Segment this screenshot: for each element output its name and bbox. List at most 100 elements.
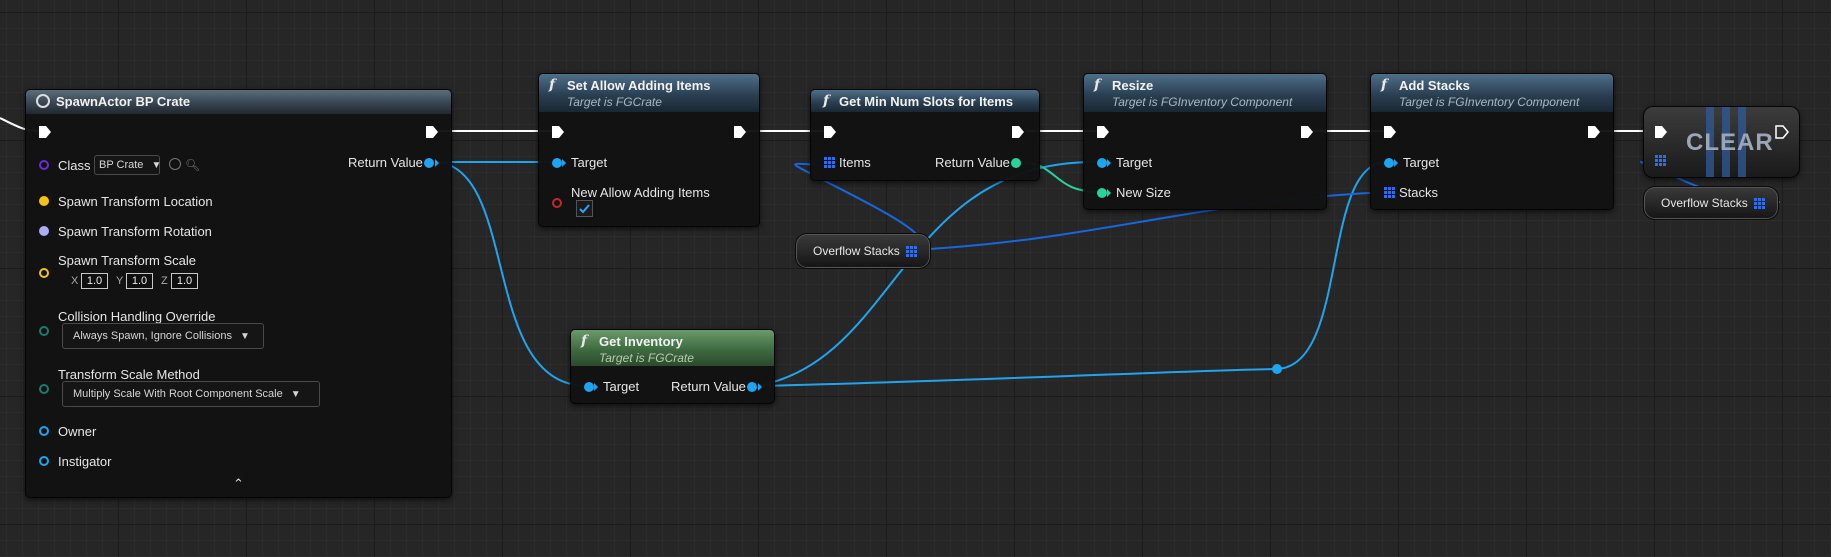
overflow-stacks-variable-node[interactable]: Overflow Stacks: [795, 233, 931, 269]
spawn-actor-node[interactable]: SpawnActor BP Crate Return Value Class B…: [25, 89, 452, 498]
location-label: Spawn Transform Location: [58, 194, 213, 209]
scale-y-field[interactable]: 1.0: [126, 273, 153, 289]
add-stacks-target-arrow-icon: [1394, 159, 1403, 167]
spawn-actor-title: SpawnActor BP Crate: [56, 94, 191, 109]
spawn-exec-out-pin[interactable]: [425, 125, 439, 139]
spawn-return-pin[interactable]: [424, 158, 434, 168]
clear-exec-out-pin[interactable]: [1775, 125, 1789, 139]
get-min-exec-in-pin[interactable]: [823, 125, 837, 139]
set-allow-target-label: Target: [571, 155, 608, 170]
class-pin[interactable]: [39, 160, 49, 170]
get-inventory-target-pin[interactable]: [584, 382, 594, 392]
checkmark-icon: [579, 204, 590, 214]
class-dropdown-value: BP Crate: [99, 159, 144, 171]
scale-method-pin[interactable]: [39, 384, 49, 394]
get-inventory-return-label: Return Value: [671, 379, 746, 394]
allow-label: New Allow Adding Items: [571, 185, 710, 200]
function-icon: f: [823, 93, 830, 109]
scale-z-field[interactable]: 1.0: [171, 273, 198, 289]
location-pin[interactable]: [39, 196, 49, 206]
allow-checkbox[interactable]: [576, 200, 593, 217]
instigator-label: Instigator: [58, 454, 112, 469]
clear-title: CLEAR: [1686, 129, 1774, 156]
set-allow-adding-node[interactable]: f Set Allow Adding Items Target is FGCra…: [538, 73, 760, 227]
get-inventory-target-label: Target: [603, 379, 640, 394]
spawn-icon: [36, 94, 50, 108]
add-stacks-title: Add Stacks: [1399, 78, 1470, 93]
scale-z-label: Z: [161, 275, 168, 287]
chevron-down-icon: ▼: [151, 160, 162, 171]
resize-node[interactable]: f Resize Target is FGInventory Component…: [1083, 73, 1327, 210]
rotation-pin[interactable]: [39, 226, 49, 236]
add-stacks-exec-in-pin[interactable]: [1383, 125, 1397, 139]
resize-target-pin[interactable]: [1097, 158, 1107, 168]
clear-array-pin[interactable]: [1655, 155, 1666, 166]
items-label: Items: [839, 155, 871, 170]
resize-target-arrow-icon: [1107, 159, 1116, 167]
function-icon: f: [1381, 77, 1388, 93]
chevron-down-icon: ▼: [290, 389, 301, 400]
instigator-pin[interactable]: [39, 456, 49, 466]
collapse-chevron-up-icon[interactable]: ⌃: [233, 476, 244, 492]
spawn-exec-in-pin[interactable]: [38, 125, 52, 139]
owner-pin[interactable]: [39, 426, 49, 436]
function-icon: f: [581, 333, 588, 349]
get-inventory-return-pin[interactable]: [747, 382, 757, 392]
resize-subtitle: Target is FGInventory Component: [1112, 95, 1293, 109]
get-min-return-pin[interactable]: [1011, 158, 1021, 168]
scale-method-dropdown-value: Multiply Scale With Root Component Scale: [73, 388, 283, 400]
add-stacks-exec-out-pin[interactable]: [1587, 125, 1601, 139]
class-dropdown[interactable]: BP Crate ▼: [94, 155, 162, 175]
overflow-stacks-variable-node-2[interactable]: Overflow Stacks: [1643, 186, 1779, 220]
wire-getinv-to-resize: [756, 160, 1099, 387]
browse-back-icon[interactable]: [169, 158, 181, 170]
add-stacks-node[interactable]: f Add Stacks Target is FGInventory Compo…: [1370, 73, 1614, 210]
stacks-label: Stacks: [1399, 185, 1439, 200]
add-stacks-subtitle: Target is FGInventory Component: [1399, 95, 1580, 109]
overflow-stacks-label-2: Overflow Stacks: [1661, 196, 1748, 210]
set-allow-target-pin[interactable]: [552, 158, 562, 168]
new-size-arrow-icon: [1107, 189, 1116, 197]
set-allow-exec-in-pin[interactable]: [551, 125, 565, 139]
function-icon: f: [1094, 77, 1101, 93]
chevron-down-icon: ▼: [239, 331, 250, 342]
get-min-exec-out-pin[interactable]: [1011, 125, 1025, 139]
get-min-title: Get Min Num Slots for Items: [839, 94, 1014, 109]
clear-node[interactable]: CLEAR: [1643, 106, 1800, 178]
add-stacks-target-pin[interactable]: [1384, 158, 1394, 168]
get-inventory-title: Get Inventory: [599, 334, 683, 349]
reroute-knot: [1272, 364, 1282, 374]
set-allow-title: Set Allow Adding Items: [567, 78, 711, 93]
scale-method-label: Transform Scale Method: [58, 367, 200, 382]
items-array-pin[interactable]: [824, 157, 835, 168]
get-inventory-return-arrow-icon: [758, 383, 767, 391]
scale-x-label: X: [71, 275, 79, 287]
collision-pin[interactable]: [39, 326, 49, 336]
allow-bool-pin[interactable]: [552, 198, 562, 208]
search-icon[interactable]: 🔍︎: [185, 158, 200, 172]
set-allow-exec-out-pin[interactable]: [733, 125, 747, 139]
overflow-stacks-label: Overflow Stacks: [813, 244, 900, 258]
overflow-stacks-array-pin-2[interactable]: [1754, 198, 1765, 209]
get-inventory-node[interactable]: f Get Inventory Target is FGCrate Target…: [570, 329, 775, 404]
resize-target-label: Target: [1116, 155, 1153, 170]
clear-exec-in-pin[interactable]: [1654, 125, 1668, 139]
overflow-stacks-array-pin[interactable]: [906, 246, 917, 257]
resize-exec-out-pin[interactable]: [1300, 125, 1314, 139]
owner-label: Owner: [58, 424, 97, 439]
scale-method-dropdown[interactable]: Multiply Scale With Root Component Scale…: [62, 381, 320, 407]
resize-exec-in-pin[interactable]: [1096, 125, 1110, 139]
scale-pin[interactable]: [39, 268, 49, 278]
get-min-slots-node[interactable]: f Get Min Num Slots for Items Items Retu…: [810, 89, 1040, 181]
spawn-return-label: Return Value: [348, 155, 423, 170]
get-inventory-subtitle: Target is FGCrate: [599, 351, 694, 365]
function-icon: f: [549, 77, 556, 93]
set-allow-subtitle: Target is FGCrate: [567, 95, 662, 109]
resize-title: Resize: [1112, 78, 1154, 93]
stacks-array-pin[interactable]: [1384, 187, 1395, 198]
new-size-pin[interactable]: [1097, 188, 1107, 198]
set-allow-target-arrow-icon: [562, 159, 571, 167]
scale-x-field[interactable]: 1.0: [81, 273, 108, 289]
spawn-return-arrow-icon: [435, 159, 444, 167]
collision-dropdown[interactable]: Always Spawn, Ignore Collisions ▼: [62, 323, 264, 349]
